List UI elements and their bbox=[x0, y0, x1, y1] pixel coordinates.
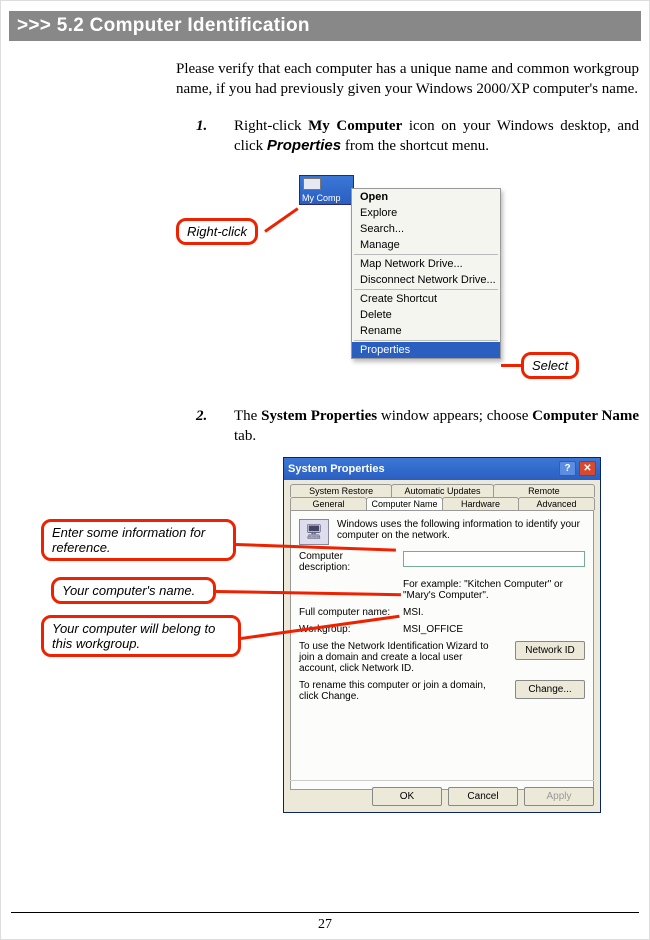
tab-row-2: General Computer Name Hardware Advanced bbox=[290, 497, 594, 510]
tab-automatic-updates[interactable]: Automatic Updates bbox=[391, 484, 493, 497]
cancel-button[interactable]: Cancel bbox=[448, 787, 518, 806]
tab-hardware[interactable]: Hardware bbox=[442, 497, 519, 510]
step-text-part: The bbox=[234, 408, 261, 424]
step-number: 1. bbox=[196, 116, 234, 157]
callout-arrow bbox=[501, 364, 523, 367]
step-text-bolditalic: Properties bbox=[267, 137, 341, 154]
callout-computer-name: Your computer's name. bbox=[51, 577, 216, 604]
step-text: Right-click My Computer icon on your Win… bbox=[234, 116, 639, 157]
window-title: System Properties bbox=[288, 463, 385, 475]
step-1: 1. Right-click My Computer icon on your … bbox=[196, 116, 639, 157]
desc-example: For example: "Kitchen Computer" or "Mary… bbox=[403, 579, 585, 601]
tab-computer-name[interactable]: Computer Name bbox=[366, 497, 443, 510]
callout-workgroup: Your computer will belong to this workgr… bbox=[41, 615, 241, 657]
tab-panel: 🖥 Windows uses the following information… bbox=[290, 510, 594, 790]
change-button[interactable]: Change... bbox=[515, 680, 585, 699]
step-text-part: window appears; choose bbox=[377, 408, 532, 424]
step-text-part: Right-click bbox=[234, 118, 308, 134]
callout-enter-info: Enter some information for reference. bbox=[41, 519, 236, 561]
info-text: Windows uses the following information t… bbox=[337, 519, 585, 541]
change-text: To rename this computer or join a domain… bbox=[299, 680, 507, 702]
apply-button[interactable]: Apply bbox=[524, 787, 594, 806]
ok-button[interactable]: OK bbox=[372, 787, 442, 806]
footer-rule bbox=[11, 912, 639, 913]
tab-system-restore[interactable]: System Restore bbox=[290, 484, 392, 497]
fullname-label: Full computer name: bbox=[299, 607, 395, 618]
menu-separator bbox=[354, 289, 498, 290]
computer-description-input[interactable] bbox=[403, 551, 585, 567]
menu-item-disconnect-drive[interactable]: Disconnect Network Drive... bbox=[352, 272, 500, 288]
step-2: 2. The System Properties window appears;… bbox=[196, 406, 639, 447]
system-properties-window: System Properties ? ✕ System Restore Aut… bbox=[283, 457, 601, 813]
section-header: >>> 5.2 Computer Identification bbox=[9, 11, 641, 41]
computer-icon: 🖥 bbox=[299, 519, 329, 545]
menu-separator bbox=[354, 254, 498, 255]
menu-item-properties[interactable]: Properties bbox=[352, 342, 500, 358]
menu-item-search[interactable]: Search... bbox=[352, 221, 500, 237]
menu-item-explore[interactable]: Explore bbox=[352, 205, 500, 221]
desc-label: Computer description: bbox=[299, 551, 395, 573]
fullname-value: MSI. bbox=[403, 607, 585, 618]
help-icon[interactable]: ? bbox=[559, 461, 576, 476]
close-icon[interactable]: ✕ bbox=[579, 461, 596, 476]
menu-item-map-drive[interactable]: Map Network Drive... bbox=[352, 256, 500, 272]
callout-right-click: Right-click bbox=[176, 218, 258, 245]
callout-select: Select bbox=[521, 352, 579, 379]
tab-general[interactable]: General bbox=[290, 497, 367, 510]
window-titlebar: System Properties ? ✕ bbox=[284, 458, 600, 480]
step-text-bold: My Computer bbox=[308, 118, 402, 134]
menu-item-create-shortcut[interactable]: Create Shortcut bbox=[352, 291, 500, 307]
menu-item-rename[interactable]: Rename bbox=[352, 323, 500, 339]
page-number: 27 bbox=[1, 917, 649, 933]
network-id-button[interactable]: Network ID bbox=[515, 641, 585, 660]
callout-arrow bbox=[264, 207, 298, 232]
step-text: The System Properties window appears; ch… bbox=[234, 406, 639, 447]
network-id-text: To use the Network Identification Wizard… bbox=[299, 641, 507, 674]
menu-item-delete[interactable]: Delete bbox=[352, 307, 500, 323]
tab-row-1: System Restore Automatic Updates Remote bbox=[290, 484, 594, 497]
step-text-part: tab. bbox=[234, 428, 256, 444]
monitor-icon bbox=[303, 178, 321, 190]
workgroup-value: MSI_OFFICE bbox=[403, 624, 585, 635]
figure-context-menu: My Comp Open Explore Search... Manage Ma… bbox=[1, 170, 649, 390]
figure-system-properties: System Properties ? ✕ System Restore Aut… bbox=[1, 457, 649, 827]
step-text-bold: Computer Name bbox=[532, 408, 639, 424]
context-menu: Open Explore Search... Manage Map Networ… bbox=[351, 188, 501, 359]
dialog-button-bar: OK Cancel Apply bbox=[290, 780, 594, 806]
my-computer-label: My Comp bbox=[302, 193, 341, 203]
menu-item-open[interactable]: Open bbox=[352, 189, 500, 205]
step-text-bold: System Properties bbox=[261, 408, 377, 424]
tab-advanced[interactable]: Advanced bbox=[518, 497, 595, 510]
menu-item-manage[interactable]: Manage bbox=[352, 237, 500, 253]
tab-remote[interactable]: Remote bbox=[493, 484, 595, 497]
step-number: 2. bbox=[196, 406, 234, 447]
my-computer-icon[interactable]: My Comp bbox=[299, 175, 354, 205]
intro-paragraph: Please verify that each computer has a u… bbox=[176, 59, 639, 100]
step-text-part: from the shortcut menu. bbox=[341, 138, 489, 154]
menu-separator bbox=[354, 340, 498, 341]
